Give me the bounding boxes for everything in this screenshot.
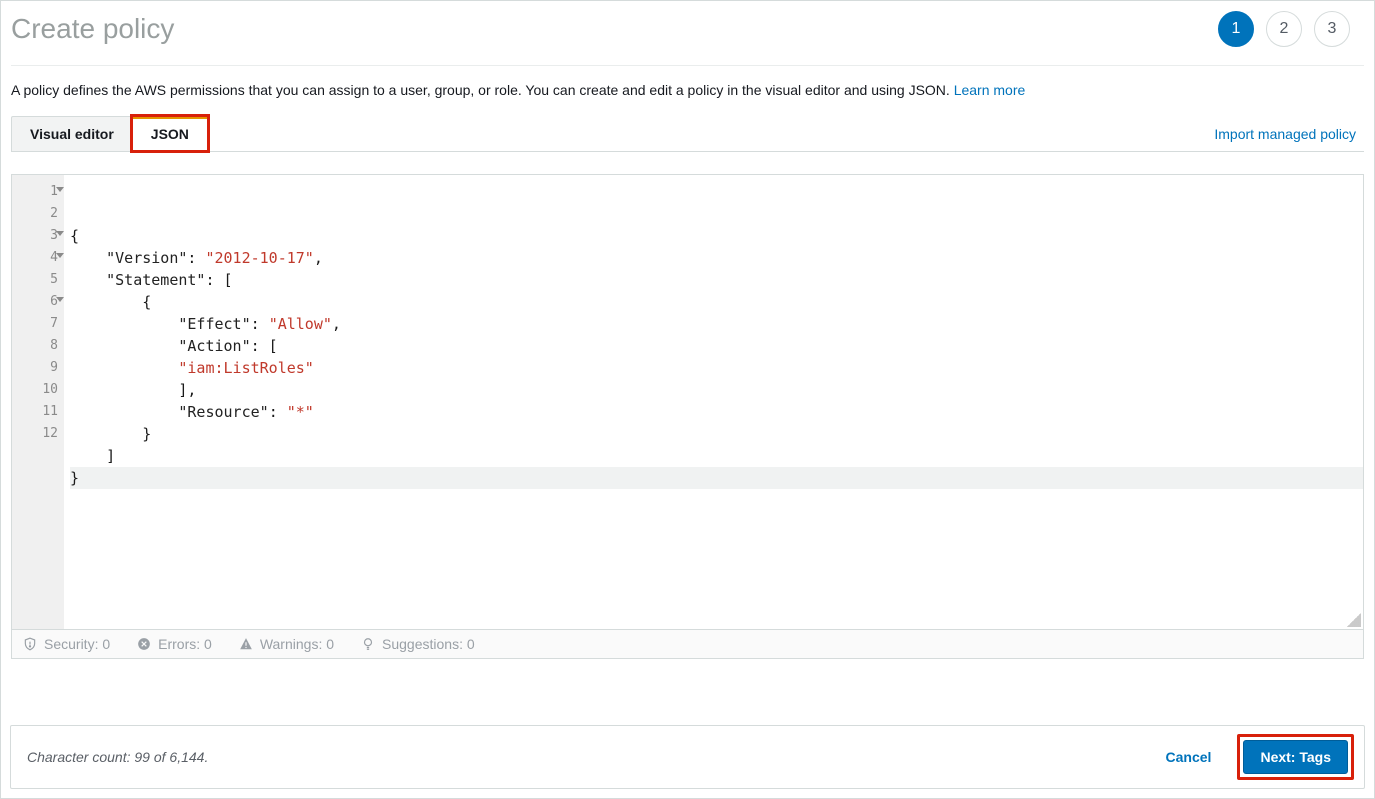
line-number: 10 <box>18 379 58 401</box>
status-security-label: Security: 0 <box>44 636 110 652</box>
footer-bar: Character count: 99 of 6,144. Cancel Nex… <box>10 725 1365 789</box>
resize-handle-icon[interactable] <box>1347 613 1361 627</box>
tab-json[interactable]: JSON <box>132 116 208 151</box>
learn-more-link[interactable]: Learn more <box>954 82 1026 98</box>
lightbulb-icon <box>360 636 376 652</box>
error-icon <box>136 636 152 652</box>
header: Create policy 1 2 3 <box>11 11 1364 66</box>
status-warnings-label: Warnings: 0 <box>260 636 334 652</box>
line-number: 3 <box>18 225 58 247</box>
status-security: Security: 0 <box>22 636 110 652</box>
step-2[interactable]: 2 <box>1266 11 1302 47</box>
fold-icon[interactable] <box>56 297 64 302</box>
tabs: Visual editor JSON <box>11 116 208 151</box>
description-text: A policy defines the AWS permissions tha… <box>11 82 1364 98</box>
code-line[interactable]: } <box>70 423 1363 445</box>
shield-icon <box>22 636 38 652</box>
status-suggestions: Suggestions: 0 <box>360 636 475 652</box>
tab-visual-editor[interactable]: Visual editor <box>11 116 132 151</box>
json-editor[interactable]: 123456789101112 { "Version": "2012-10-17… <box>12 175 1363 629</box>
status-errors-label: Errors: 0 <box>158 636 212 652</box>
character-count: Character count: 99 of 6,144. <box>27 749 208 765</box>
code-line[interactable]: "Resource": "*" <box>70 401 1363 423</box>
fold-icon[interactable] <box>56 253 64 258</box>
line-number: 4 <box>18 247 58 269</box>
policy-editor: 123456789101112 { "Version": "2012-10-17… <box>11 174 1364 659</box>
status-suggestions-label: Suggestions: 0 <box>382 636 475 652</box>
warning-icon <box>238 636 254 652</box>
fold-icon[interactable] <box>56 187 64 192</box>
line-number: 12 <box>18 423 58 445</box>
code-line[interactable]: ], <box>70 379 1363 401</box>
line-number: 8 <box>18 335 58 357</box>
step-1[interactable]: 1 <box>1218 11 1254 47</box>
description-body: A policy defines the AWS permissions tha… <box>11 82 954 98</box>
code-line[interactable]: { <box>70 225 1363 247</box>
page-title: Create policy <box>11 13 174 45</box>
code-line[interactable]: "iam:ListRoles" <box>70 357 1363 379</box>
line-number: 9 <box>18 357 58 379</box>
line-number: 7 <box>18 313 58 335</box>
footer-actions: Cancel Next: Tags <box>1154 734 1354 780</box>
code-line[interactable]: "Version": "2012-10-17", <box>70 247 1363 269</box>
status-errors: Errors: 0 <box>136 636 212 652</box>
line-number: 11 <box>18 401 58 423</box>
line-number: 5 <box>18 269 58 291</box>
line-number: 6 <box>18 291 58 313</box>
next-tags-button[interactable]: Next: Tags <box>1243 740 1348 774</box>
code-area[interactable]: { "Version": "2012-10-17", "Statement": … <box>64 175 1363 629</box>
step-3[interactable]: 3 <box>1314 11 1350 47</box>
wizard-steps: 1 2 3 <box>1218 11 1364 47</box>
line-number: 2 <box>18 203 58 225</box>
next-button-highlight: Next: Tags <box>1237 734 1354 780</box>
tabs-row: Visual editor JSON Import managed policy <box>11 116 1364 152</box>
code-line[interactable]: "Effect": "Allow", <box>70 313 1363 335</box>
line-number: 1 <box>18 181 58 203</box>
editor-status-bar: Security: 0 Errors: 0 Warnings: 0 Sugges… <box>12 629 1363 658</box>
fold-icon[interactable] <box>56 231 64 236</box>
code-line[interactable]: { <box>70 291 1363 313</box>
code-line[interactable]: "Action": [ <box>70 335 1363 357</box>
import-managed-policy-link[interactable]: Import managed policy <box>1214 126 1364 142</box>
code-line[interactable]: } <box>70 467 1363 489</box>
status-warnings: Warnings: 0 <box>238 636 334 652</box>
cancel-button[interactable]: Cancel <box>1154 741 1224 773</box>
line-number-gutter: 123456789101112 <box>12 175 64 629</box>
code-line[interactable]: ] <box>70 445 1363 467</box>
code-line[interactable]: "Statement": [ <box>70 269 1363 291</box>
